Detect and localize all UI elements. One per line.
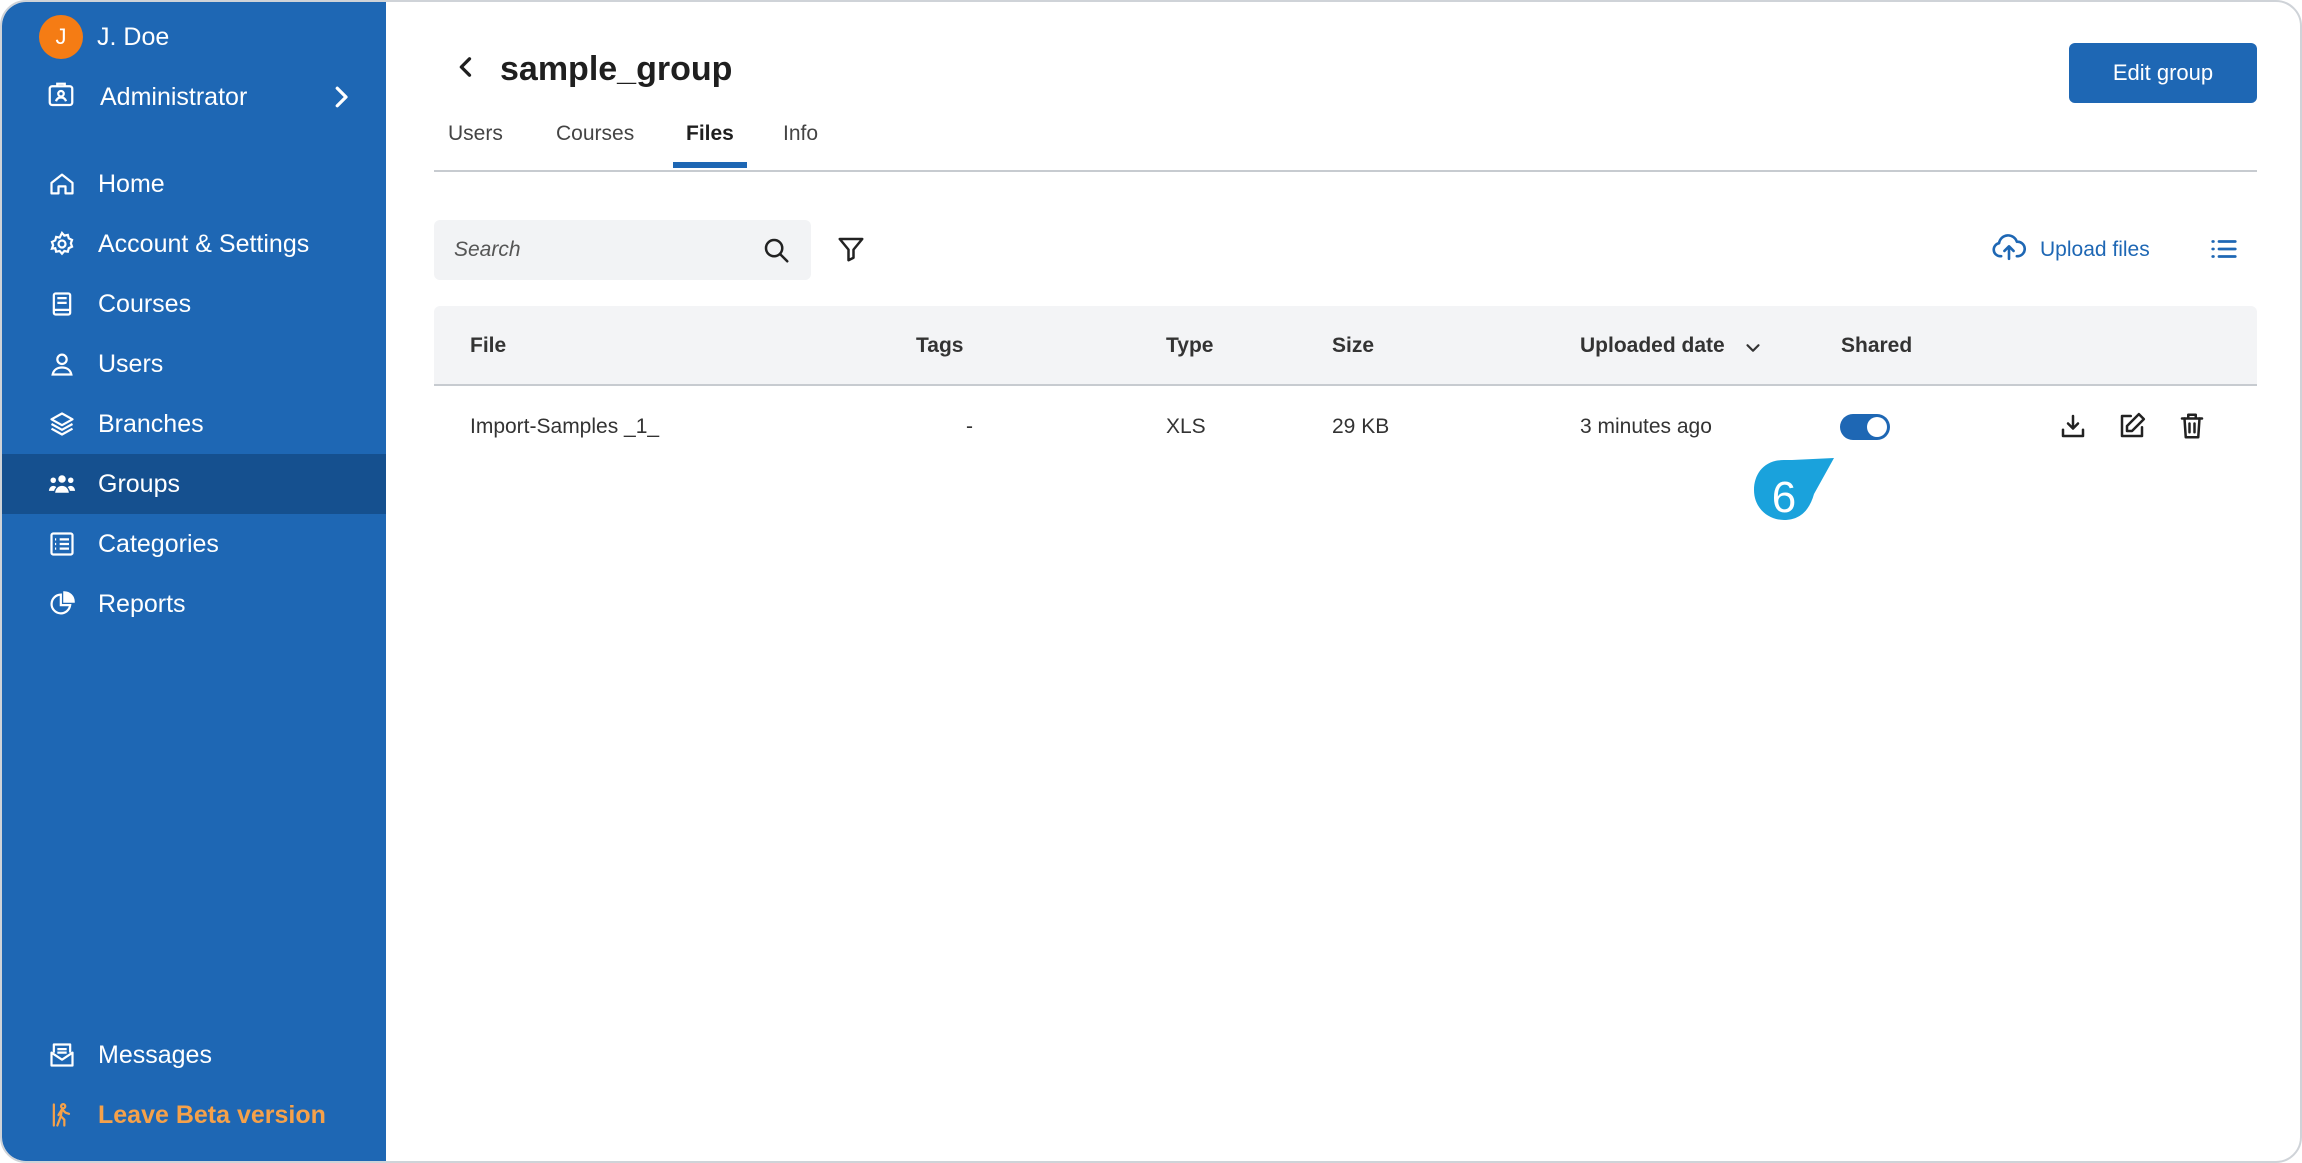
filter-icon[interactable] <box>836 234 866 269</box>
user-profile[interactable]: J J. Doe <box>39 15 169 59</box>
sidebar-item-label: Courses <box>98 289 192 318</box>
sidebar-item-groups[interactable]: Groups <box>2 454 386 514</box>
list-view-icon[interactable] <box>2209 236 2239 267</box>
download-icon[interactable] <box>2056 409 2090 443</box>
app-window: J J. Doe Administrator Home Account & Se… <box>0 0 2302 1163</box>
files-table: File Tags Type Size Uploaded date Shared… <box>434 306 2257 468</box>
pie-chart-icon <box>46 588 78 620</box>
sidebar-item-label: Branches <box>98 409 204 438</box>
step-callout-number: 6 <box>1771 473 1797 522</box>
sort-chevron-down-icon[interactable] <box>1742 337 1764 364</box>
sidebar-item-home[interactable]: Home <box>2 154 386 214</box>
column-header-type[interactable]: Type <box>1166 334 1213 358</box>
upload-files-label: Upload files <box>2040 238 2150 261</box>
column-header-shared[interactable]: Shared <box>1841 334 1912 358</box>
cell-file-name[interactable]: Import-Samples _1_ <box>470 415 659 439</box>
shared-toggle[interactable] <box>1840 414 1890 440</box>
page-header: sample_group <box>452 50 732 89</box>
table-header: File Tags Type Size Uploaded date Shared <box>434 306 2257 386</box>
cell-size: 29 KB <box>1332 415 1390 438</box>
user-icon <box>46 348 78 380</box>
tab-bar: Users Courses Files Info <box>434 114 2257 172</box>
sidebar-item-courses[interactable]: Courses <box>2 274 386 334</box>
sidebar-item-label: Leave Beta version <box>98 1100 326 1129</box>
book-icon <box>46 288 78 320</box>
sidebar-item-account-settings[interactable]: Account & Settings <box>2 214 386 274</box>
upload-files-button[interactable]: Upload files <box>1992 232 2150 268</box>
column-header-file[interactable]: File <box>470 334 506 358</box>
role-label: Administrator <box>100 82 248 111</box>
sidebar-item-reports[interactable]: Reports <box>2 574 386 634</box>
cell-tags: - <box>966 415 973 438</box>
sidebar-item-label: Users <box>98 349 164 378</box>
column-header-uploaded-date[interactable]: Uploaded date <box>1580 334 1725 358</box>
main-content: sample_group Edit group Users Courses Fi… <box>386 2 2300 1161</box>
sidebar-item-branches[interactable]: Branches <box>2 394 386 454</box>
sidebar-item-label: Account & Settings <box>98 229 310 258</box>
group-icon <box>46 468 78 500</box>
sidebar-item-label: Messages <box>98 1040 212 1069</box>
user-name: J. Doe <box>97 22 170 51</box>
tab-users[interactable]: Users <box>448 122 503 172</box>
active-tab-indicator <box>673 162 747 168</box>
tab-info[interactable]: Info <box>783 122 818 172</box>
cell-type: XLS <box>1166 415 1206 438</box>
search-icon[interactable] <box>761 235 791 270</box>
cloud-upload-icon <box>1992 232 2027 268</box>
chevron-right-icon <box>326 82 356 117</box>
sidebar-item-messages[interactable]: Messages <box>2 1025 386 1085</box>
list-box-icon <box>46 528 78 560</box>
search-box <box>434 220 811 280</box>
edit-icon[interactable] <box>2115 409 2149 443</box>
sidebar-item-label: Groups <box>98 469 180 498</box>
table-row[interactable]: Import-Samples _1_ - XLS 29 KB 3 minutes… <box>434 386 2257 468</box>
avatar: J <box>39 15 83 59</box>
page-title: sample_group <box>500 50 733 88</box>
column-header-tags[interactable]: Tags <box>916 334 963 358</box>
sidebar-nav: Home Account & Settings Courses Users Br… <box>2 154 386 634</box>
back-arrow-icon[interactable] <box>452 53 480 86</box>
role-switcher[interactable]: Administrator <box>46 74 356 120</box>
sidebar-item-label: Home <box>98 169 165 198</box>
sidebar-item-categories[interactable]: Categories <box>2 514 386 574</box>
layers-icon <box>46 408 78 440</box>
leave-beta-button[interactable]: Leave Beta version <box>2 1085 386 1145</box>
column-header-size[interactable]: Size <box>1332 334 1374 358</box>
envelope-icon <box>46 1039 78 1071</box>
sidebar: J J. Doe Administrator Home Account & Se… <box>2 2 386 1161</box>
trash-icon[interactable] <box>2175 409 2209 443</box>
toggle-knob <box>1867 417 1887 437</box>
gear-icon <box>46 228 78 260</box>
search-input[interactable] <box>454 238 744 262</box>
sidebar-item-users[interactable]: Users <box>2 334 386 394</box>
tab-courses[interactable]: Courses <box>556 122 634 172</box>
id-badge-icon <box>46 80 76 115</box>
edit-group-button[interactable]: Edit group <box>2069 43 2257 103</box>
sidebar-item-label: Reports <box>98 589 186 618</box>
exit-walk-icon <box>46 1099 78 1131</box>
cell-uploaded-date: 3 minutes ago <box>1580 415 1712 438</box>
sidebar-item-label: Categories <box>98 529 219 558</box>
home-icon <box>46 168 78 200</box>
sidebar-bottom-nav: Messages Leave Beta version <box>2 1025 386 1145</box>
